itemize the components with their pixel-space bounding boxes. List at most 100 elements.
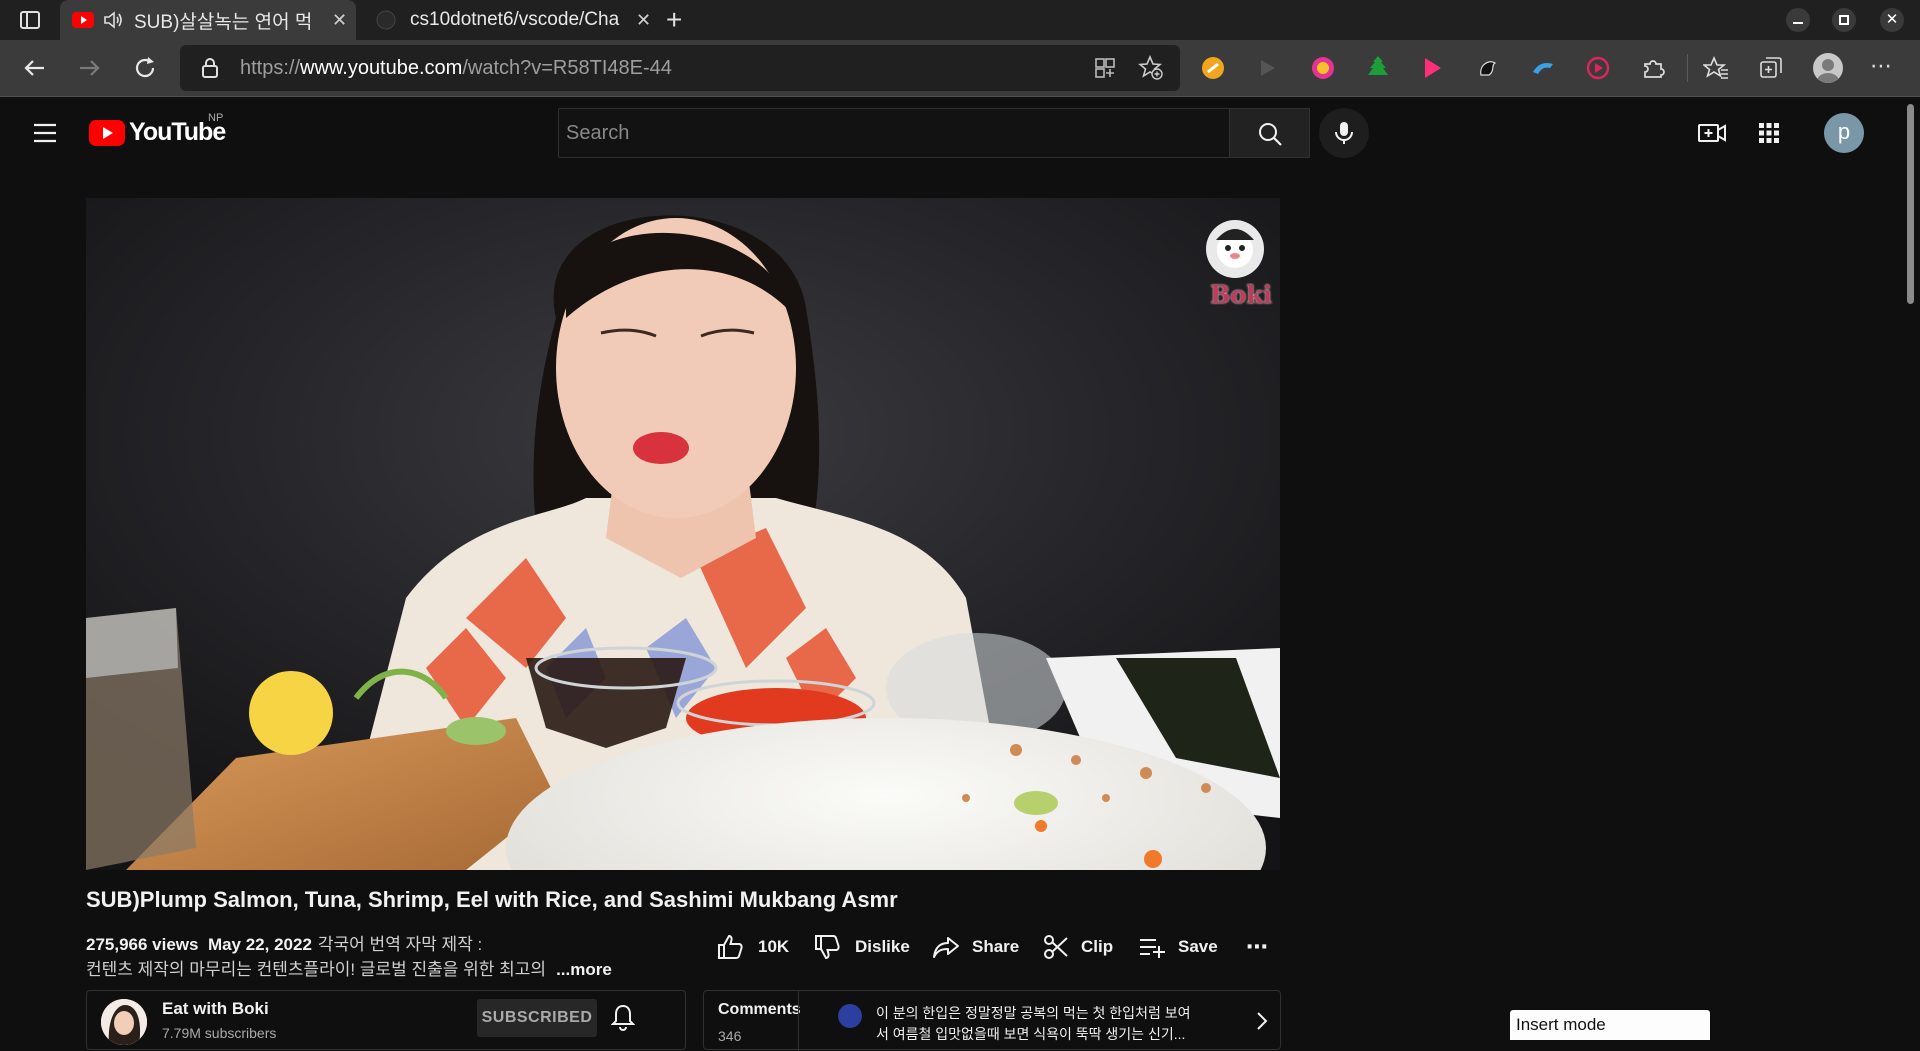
close-icon: ✕ [1885,11,1899,28]
save-button[interactable]: Save [1138,930,1218,964]
user-avatar[interactable]: p [1824,113,1864,153]
extension-pink-icon[interactable] [1310,55,1336,81]
maximize-button[interactable] [1832,8,1856,32]
video-metadata[interactable]: 275,966 views May 22, 2022 각국어 번역 자막 제작 : [86,930,482,955]
clip-button[interactable]: Clip [1043,930,1113,964]
tab-title: cs10dotnet6/vscode/Cha [410,9,620,30]
url-host: www.youtube.com [300,57,463,79]
thumbs-up-icon [718,934,743,959]
address-bar[interactable]: https://www.youtube.com/watch?v=R58TI48E… [180,45,1180,91]
search-box[interactable] [558,108,1230,158]
notification-bell-icon[interactable] [611,1003,635,1031]
share-button[interactable]: Share [932,930,1019,964]
watermark-text: Boki [1210,280,1273,309]
description-line-1: 각국어 번역 자막 제작 : [317,935,483,954]
video-player[interactable]: Boki [86,198,1280,870]
extension-play-icon[interactable] [1256,57,1278,79]
tab-github[interactable]: cs10dotnet6/vscode/Cha ✕ [366,0,656,40]
thumbs-down-icon [815,935,840,960]
search-button[interactable] [1230,108,1310,158]
share-icon [933,937,959,958]
scissors-icon [1044,935,1068,959]
chevron-right-icon[interactable] [1256,1011,1268,1031]
comments-count: 346 [718,1028,742,1044]
view-count: 275,966 views [86,935,199,954]
browser-tab-strip: SUB)살살녹는 연어 먹 ✕ cs10dotnet6/vscode/Cha ✕… [0,0,1920,40]
scrollbar-thumb[interactable] [1907,104,1914,304]
create-video-icon[interactable] [1697,120,1727,146]
minimize-button[interactable] [1786,8,1810,32]
voice-search-button[interactable] [1319,108,1369,158]
back-icon[interactable] [20,54,48,82]
channel-avatar[interactable] [101,999,147,1045]
page-scrollbar[interactable] [1900,98,1920,1040]
extension-dark-icon[interactable] [1475,55,1501,81]
extension-blue-icon[interactable] [1530,56,1556,80]
tab-youtube[interactable]: SUB)살살녹는 연어 먹 ✕ [60,0,356,40]
close-window-button[interactable]: ✕ [1880,8,1904,32]
subscribed-button[interactable]: SUBSCRIBED [477,999,597,1037]
collections-icon[interactable] [1758,55,1784,81]
more-icon[interactable]: ⋯ [1870,53,1893,79]
tab-title: SUB)살살녹는 연어 먹 [134,11,313,33]
microphone-icon [1335,122,1353,144]
url-path: /watch?v=R58TI48E-44 [462,57,672,79]
favorites-icon[interactable] [1703,55,1729,81]
dislike-button[interactable]: Dislike [813,930,910,964]
extension-pink-play-icon[interactable] [1420,55,1444,81]
maximize-icon [1839,15,1849,25]
more-horizontal-icon: ⋯ [1246,934,1268,959]
browser-toolbar: https://www.youtube.com/watch?v=R58TI48E… [0,40,1920,97]
forward-icon[interactable] [76,54,104,82]
like-button[interactable]: 10K [716,930,789,964]
lock-icon[interactable] [200,57,220,79]
menu-icon[interactable] [32,122,58,144]
comments-divider [798,991,799,1051]
new-tab-button[interactable]: + [666,4,682,36]
subscriber-count: 7.79M subscribers [162,1025,277,1041]
share-label: Share [972,937,1020,956]
upload-date: May 22, 2022 [207,935,312,954]
app-available-icon[interactable] [1093,56,1117,80]
youtube-logo-icon [89,119,125,146]
more-actions-button[interactable]: ⋯ [1246,930,1268,964]
speaker-icon[interactable] [102,10,124,30]
sidebar-icon[interactable] [18,8,42,32]
url-text[interactable]: https://www.youtube.com/watch?v=R58TI48E… [240,57,672,80]
profile-icon[interactable] [1813,53,1843,83]
video-title: SUB)Plump Salmon, Tuna, Shrimp, Eel with… [86,887,898,912]
github-favicon-icon [376,10,396,30]
channel-watermark-icon[interactable] [1206,220,1264,278]
show-more-button[interactable]: ...more [556,960,612,979]
channel-card: Eat with Boki 7.79M subscribers SUBSCRIB… [86,990,686,1050]
extension-green-icon[interactable] [1365,54,1391,82]
refresh-icon[interactable] [131,54,159,82]
comments-card[interactable]: Comments 346 이 분의 한입은 정말정말 공복의 먹는 첫 한입처럼… [703,990,1281,1051]
url-prefix: https:// [240,57,301,79]
extensions-puzzle-icon[interactable] [1640,55,1666,81]
description-line-2: 컨텐츠 제작의 마무리는 컨텐츠플라이! 글로벌 진출을 위한 최고의 [86,960,547,979]
dislike-label: Dislike [855,937,910,956]
video-frame [86,198,1280,870]
close-tab-icon[interactable]: ✕ [636,10,651,31]
apps-grid-icon[interactable] [1758,122,1780,144]
channel-name[interactable]: Eat with Boki [162,999,269,1019]
youtube-favicon-icon [72,12,94,28]
search-input[interactable] [559,109,1229,157]
comment-preview-line-1: 이 분의 한입은 정말정말 공복의 먹는 첫 한입처럼 보여 [876,1005,1191,1021]
description-preview[interactable]: 컨텐츠 제작의 마무리는 컨텐츠플라이! 글로벌 진출을 위한 최고의 ...mo… [86,955,612,980]
minimize-icon [1793,22,1803,24]
extension-red-icon[interactable] [1585,55,1611,81]
extension-orange-icon[interactable] [1200,55,1226,81]
close-tab-icon[interactable]: ✕ [332,10,347,31]
like-count: 10K [758,937,790,956]
save-label: Save [1178,937,1218,956]
youtube-logo[interactable]: YouTube [89,118,226,147]
toolbar-divider [1687,54,1688,82]
add-favorite-icon[interactable] [1138,55,1164,81]
comments-label: Comments [718,1001,801,1018]
search-icon [1259,123,1282,146]
youtube-header: YouTube NP p [0,98,1900,168]
commenter-avatar [838,1004,862,1028]
country-code: NP [208,112,224,124]
